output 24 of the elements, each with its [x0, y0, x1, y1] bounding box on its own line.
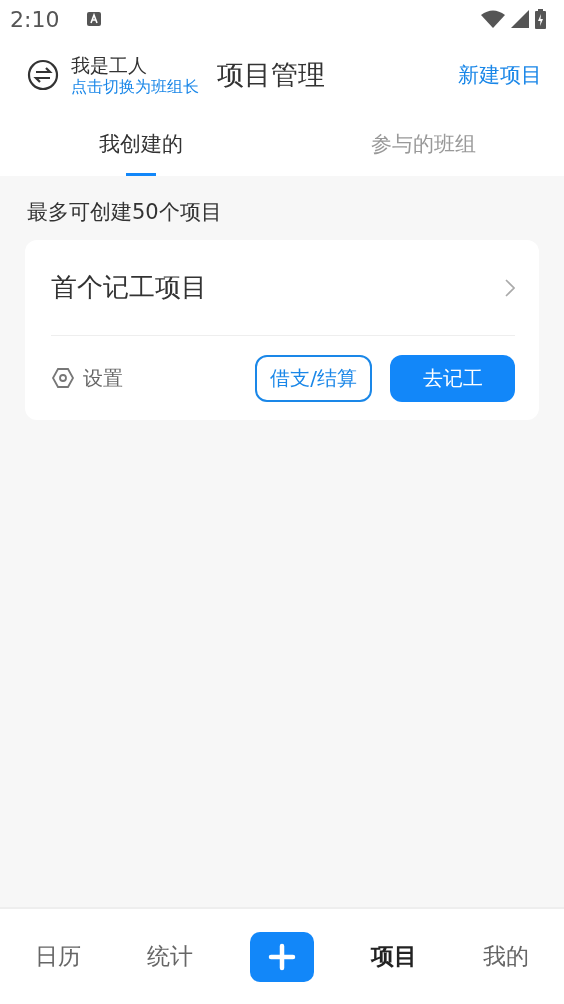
status-time: 2:10 — [10, 6, 60, 32]
role-label: 我是工人 — [71, 53, 148, 77]
record-work-button[interactable]: 去记工 — [390, 354, 515, 402]
limit-note: 最多可创建50个项目 — [27, 199, 223, 226]
hexagon-settings-icon[interactable] — [51, 366, 75, 390]
tab[interactable]: 我创建的 — [0, 112, 282, 176]
project-name: 首个记工项目 — [51, 271, 207, 304]
chevron-right-icon — [505, 278, 515, 297]
keyboard-notification-icon — [87, 12, 102, 26]
settings-link[interactable]: 设置 — [83, 364, 123, 392]
nav-tab[interactable]: 统计 — [114, 941, 226, 972]
nav-tab[interactable]: 日历 — [2, 941, 114, 972]
switch-icon[interactable] — [27, 59, 59, 91]
project-card[interactable]: 首个记工项目 设置 借支/结算 去记工 — [25, 240, 539, 420]
signal-icon — [511, 10, 529, 28]
wifi-icon — [481, 10, 505, 28]
loan-settle-button[interactable]: 借支/结算 — [255, 354, 372, 402]
new-project-link[interactable]: 新建项目 — [458, 61, 542, 89]
nav-tab[interactable]: 项目 — [338, 941, 450, 972]
battery-icon — [535, 9, 546, 29]
switch-role-link[interactable]: 点击切换为班组长 — [71, 77, 199, 97]
add-button[interactable] — [250, 931, 314, 982]
page-title: 项目管理 — [217, 58, 325, 92]
nav-tab[interactable]: 我的 — [450, 941, 562, 972]
